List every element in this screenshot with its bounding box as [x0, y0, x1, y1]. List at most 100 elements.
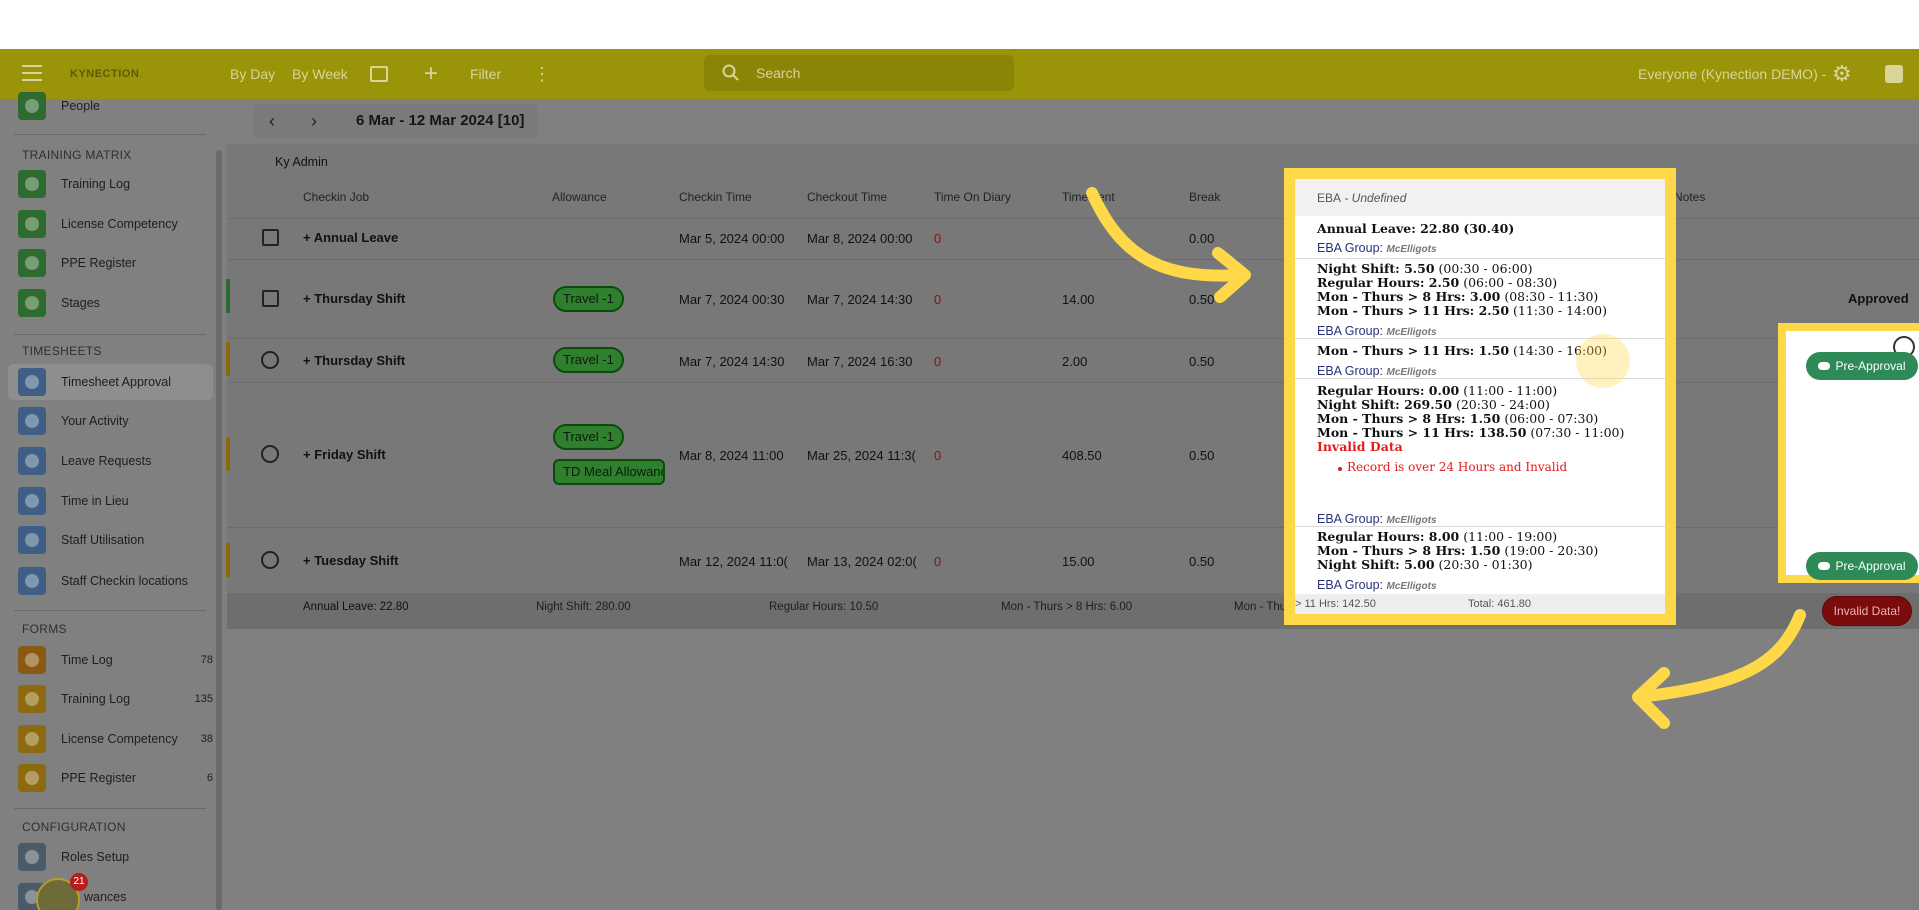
- hours-line: Night Shift: 5.00 (20:30 - 01:30): [1317, 557, 1533, 572]
- clock-icon: [18, 646, 46, 674]
- menu-icon[interactable]: [22, 65, 42, 83]
- account-icon[interactable]: [1885, 65, 1903, 83]
- sidebar-item-training-log-form[interactable]: Training Log 135: [18, 681, 213, 717]
- clipboard-icon: [18, 447, 46, 475]
- sidebar-item-staff-checkin-locations[interactable]: Staff Checkin locations: [18, 563, 213, 599]
- invalid-data-reason: Record is over 24 Hours and Invalid: [1347, 460, 1568, 474]
- gear-icon[interactable]: ⚙: [1832, 59, 1852, 89]
- allowance-chip[interactable]: Travel -1: [553, 424, 624, 450]
- allowance-chip[interactable]: Travel -1: [553, 347, 624, 373]
- row-checkin: Mar 7, 2024 00:30: [679, 292, 785, 307]
- people-icon: [18, 92, 46, 120]
- row-job[interactable]: + Thursday Shift: [303, 291, 405, 306]
- sidebar-item-time-log[interactable]: Time Log 78: [18, 642, 213, 678]
- row-diary: 0: [934, 448, 942, 463]
- row-checkout: Mar 25, 2024 11:3(: [807, 448, 916, 463]
- invalid-data-button[interactable]: Invalid Data!: [1822, 596, 1912, 626]
- total-night-shift: Night Shift: 280.00: [536, 601, 631, 613]
- hours-line: Mon - Thurs > 8 Hrs: 3.00 (08:30 - 11:30…: [1317, 289, 1599, 304]
- hours-line: Mon - Thurs > 11 Hrs: 1.50 (14:30 - 16:0…: [1317, 343, 1607, 358]
- bullet: [1338, 467, 1342, 471]
- eba-group-line: EBA Group: McElligots: [1317, 364, 1437, 378]
- sidebar-item-leave-requests[interactable]: Leave Requests: [18, 443, 213, 479]
- sidebar-item-ppe-register-form[interactable]: PPE Register 6: [18, 760, 213, 796]
- total-mon-thurs-11-head: Mon - Thu: [1234, 601, 1287, 613]
- sidebar-item-training-log[interactable]: Training Log: [18, 166, 213, 202]
- search-placeholder: Search: [756, 65, 801, 81]
- account-selector[interactable]: Everyone (Kynection DEMO) -: [1638, 49, 1826, 99]
- status-stripe: [226, 342, 230, 376]
- helmet-icon: [18, 764, 46, 792]
- filter-button[interactable]: Filter: [470, 49, 501, 99]
- clock-icon: [18, 487, 46, 515]
- hours-line: Regular Hours: 2.50 (06:00 - 08:30): [1317, 275, 1558, 290]
- row-spent: 408.50: [1062, 448, 1102, 463]
- search-icon: [722, 64, 739, 81]
- annual-leave-value: Annual Leave: 22.80: [1317, 221, 1460, 236]
- popover-header-title: EBA - Undefined: [1317, 191, 1406, 205]
- sidebar-item-label: Timesheet Approval: [61, 375, 172, 389]
- hours-line: Regular Hours: 0.00 (11:00 - 11:00): [1317, 383, 1558, 398]
- sidebar-item-ppe-register[interactable]: PPE Register: [18, 245, 213, 281]
- row-break: 0.50: [1189, 448, 1215, 463]
- add-icon[interactable]: +: [424, 59, 438, 89]
- clock-history-icon[interactable]: [261, 445, 279, 463]
- clock-history-icon[interactable]: [261, 351, 279, 369]
- pre-approval-button[interactable]: Pre-Approval: [1806, 352, 1918, 380]
- status-stripe: [226, 279, 230, 313]
- column-header-job[interactable]: Checkin Job: [303, 190, 369, 204]
- by-week-button[interactable]: By Week: [292, 49, 348, 99]
- chevron-right-icon[interactable]: ›: [311, 110, 317, 132]
- search-input[interactable]: Search: [704, 55, 1014, 91]
- more-vert-icon[interactable]: ⋮: [533, 63, 551, 85]
- annotation-arrow-icon: [1086, 187, 1251, 303]
- sidebar-item-timesheet-approval[interactable]: Timesheet Approval: [8, 364, 213, 400]
- column-header-notes[interactable]: Notes: [1674, 190, 1705, 204]
- pre-approval-button[interactable]: Pre-Approval: [1806, 552, 1918, 580]
- sidebar-item-people[interactable]: People: [18, 88, 213, 124]
- checkbox-checked-icon[interactable]: [262, 290, 279, 307]
- column-header-time-on-diary[interactable]: Time On Diary: [934, 190, 1011, 204]
- column-header-checkin[interactable]: Checkin Time: [679, 190, 752, 204]
- row-job[interactable]: + Annual Leave: [303, 230, 398, 245]
- button-label: Pre-Approval: [1835, 559, 1906, 573]
- row-job[interactable]: + Thursday Shift: [303, 353, 405, 368]
- sidebar-item-label: PPE Register: [61, 256, 137, 270]
- column-header-checkout[interactable]: Checkout Time: [807, 190, 887, 204]
- allowance-chip[interactable]: TD Meal Allowanc: [553, 459, 665, 485]
- actions-highlight: Pre-Approval Pre-Approval: [1778, 323, 1919, 583]
- row-checkout: Mar 8, 2024 00:00: [807, 231, 913, 246]
- cloud-upload-icon: [1818, 562, 1831, 570]
- row-job[interactable]: + Friday Shift: [303, 447, 386, 462]
- book-icon[interactable]: [370, 66, 388, 82]
- column-header-allowance[interactable]: Allowance: [552, 190, 607, 204]
- sidebar-item-staff-utilisation[interactable]: Staff Utilisation: [18, 522, 213, 558]
- sidebar-item-license-competency-form[interactable]: License Competency 38: [18, 721, 213, 757]
- row-job[interactable]: + Tuesday Shift: [303, 553, 398, 568]
- hours-line: Mon - Thurs > 11 Hrs: 2.50 (11:30 - 14:0…: [1317, 303, 1607, 318]
- row-break: 0.50: [1189, 554, 1215, 569]
- cloud-upload-icon: [1818, 362, 1831, 370]
- divider: [14, 134, 206, 135]
- hours-line: Mon - Thurs > 8 Hrs: 1.50 (19:00 - 20:30…: [1317, 543, 1599, 558]
- popover-divider: [1295, 258, 1665, 259]
- calendar-check-icon[interactable]: [262, 229, 279, 246]
- section-heading-forms: FORMS: [22, 622, 67, 636]
- row-checkin: Mar 7, 2024 14:30: [679, 354, 785, 369]
- by-day-button[interactable]: By Day: [230, 49, 275, 99]
- count-badge: 6: [206, 772, 213, 784]
- sidebar-item-license-competency[interactable]: License Competency: [18, 206, 213, 242]
- sidebar-item-label: Time Log: [61, 653, 113, 667]
- top-app-bar: KYNECTION By Day By Week + Filter ⋮ Sear…: [0, 49, 1919, 99]
- sidebar-item-stages[interactable]: Stages: [18, 285, 213, 321]
- sidebar-item-roles-setup[interactable]: Roles Setup: [18, 839, 213, 875]
- hours-line: Regular Hours: 8.00 (11:00 - 19:00): [1317, 529, 1558, 544]
- sidebar-item-time-in-lieu[interactable]: Time in Lieu: [18, 483, 213, 519]
- clock-history-icon[interactable]: [261, 551, 279, 569]
- eba-state: - Undefined: [1341, 191, 1407, 205]
- chevron-left-icon[interactable]: ‹: [269, 110, 275, 132]
- popover-header: EBA - Undefined: [1295, 179, 1665, 216]
- divider: [14, 610, 206, 611]
- allowance-chip[interactable]: Travel -1: [553, 286, 624, 312]
- sidebar-item-your-activity[interactable]: Your Activity: [18, 403, 213, 439]
